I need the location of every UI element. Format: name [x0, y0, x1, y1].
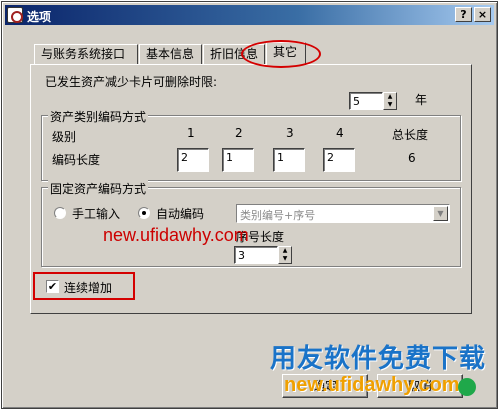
close-button[interactable]: × — [474, 7, 491, 22]
help-button[interactable]: ? — [455, 7, 472, 22]
length-input-level-3[interactable]: 1 — [273, 148, 305, 172]
brand-logo-icon — [458, 378, 476, 396]
seq-length-spinner[interactable]: ▲ ▼ — [278, 246, 292, 264]
spin-down-icon[interactable]: ▼ — [384, 101, 396, 109]
delete-limit-unit: 年 — [415, 93, 428, 107]
manual-input-label[interactable]: 手工输入 — [72, 205, 120, 222]
options-dialog: 选项 ? × 与账务系统接口 基本信息 折旧信息 其它 已发生资产减少卡片可删除… — [1, 1, 498, 409]
asset-coding-title: 固定资产编码方式 — [48, 180, 149, 197]
level-4: 4 — [336, 126, 344, 140]
level-1: 1 — [187, 126, 195, 140]
tab-basic-info[interactable]: 基本信息 — [139, 44, 202, 64]
level-2: 2 — [235, 126, 243, 140]
category-coding-title: 资产类别编码方式 — [48, 108, 149, 125]
spin-up-icon[interactable]: ▲ — [384, 93, 396, 101]
auto-coding-radio[interactable] — [138, 207, 150, 219]
auto-coding-label[interactable]: 自动编码 — [156, 205, 204, 222]
tab-panel-other: 已发生资产减少卡片可删除时限: 5 ▲ ▼ 年 资产类别编码方式 级别 编码长度 … — [30, 64, 472, 314]
spin-up-icon[interactable]: ▲ — [279, 247, 291, 255]
total-length-label: 总长度 — [392, 128, 429, 142]
continuous-add-highlight — [33, 272, 135, 300]
spin-down-icon[interactable]: ▼ — [279, 255, 291, 263]
length-input-level-1[interactable]: 2 — [177, 148, 209, 172]
length-label: 编码长度 — [52, 153, 101, 167]
brand-watermark: 用友软件免费下载 — [270, 344, 487, 374]
category-coding-group: 资产类别编码方式 级别 编码长度 1 2 3 4 总长度 2 1 1 2 6 — [41, 108, 461, 181]
app-icon — [7, 7, 23, 23]
seq-length-input[interactable]: 3 — [234, 246, 278, 264]
title-bar: 选项 ? × — [5, 5, 494, 25]
brand-url-watermark: new.ufidawhy.com — [284, 374, 460, 396]
total-length-value: 6 — [408, 151, 416, 165]
level-label: 级别 — [52, 130, 77, 144]
tab-highlight-circle — [241, 40, 321, 68]
manual-input-radio[interactable] — [54, 207, 66, 219]
coding-format-value: 类别编号+序号 — [240, 209, 316, 222]
delete-limit-spinner[interactable]: ▲ ▼ — [383, 92, 397, 110]
length-input-level-4[interactable]: 2 — [323, 148, 355, 172]
delete-limit-label: 已发生资产减少卡片可删除时限: — [45, 75, 218, 89]
chevron-down-icon[interactable]: ▼ — [433, 206, 448, 221]
level-3: 3 — [286, 126, 294, 140]
delete-limit-input[interactable]: 5 — [349, 92, 383, 110]
coding-format-select[interactable]: 类别编号+序号 ▼ — [236, 204, 450, 223]
window-title: 选项 — [27, 10, 52, 24]
length-input-level-2[interactable]: 1 — [222, 148, 254, 172]
tab-accounting-interface[interactable]: 与账务系统接口 — [34, 44, 138, 64]
overlay-watermark: new.ufidawhy.com — [103, 225, 249, 245]
